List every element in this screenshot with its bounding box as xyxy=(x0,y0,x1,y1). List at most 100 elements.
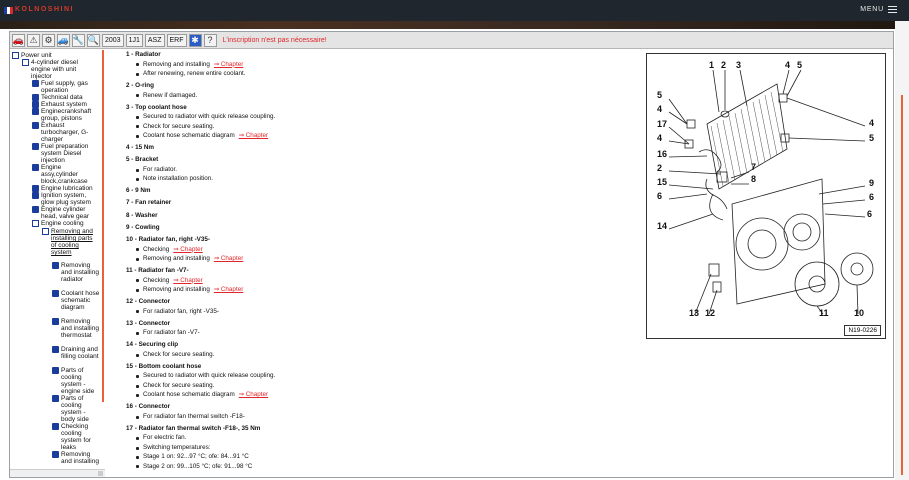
tree-item[interactable]: Ignition system, glow plug system xyxy=(32,192,98,206)
diagram-callout: 6 xyxy=(657,191,662,201)
section-title: 2 - O-ring xyxy=(126,82,154,89)
toolbar: 🚗 ⚠ ⚙ 🚙 🔧 🔍 2003 1J1 ASZ ERF ✱ ? L'inscr… xyxy=(10,32,893,49)
header-banner xyxy=(0,21,909,29)
tree-scroll-thumb[interactable] xyxy=(102,50,104,402)
tools-icon[interactable]: 🔧 xyxy=(72,33,85,47)
gearbox-code-button[interactable]: ERF xyxy=(166,33,187,47)
exploded-diagram: 1 2 3 4 5 5 4 17 4 16 2 15 6 14 6 7 8 9 6 4 5 13 12 11 10 N19-02… xyxy=(646,53,886,339)
chapter-link[interactable]: ⇒ Chapter xyxy=(173,246,202,254)
tree-item[interactable]: Engine lubrication xyxy=(32,185,98,192)
tree-item[interactable]: Parts of cooling system - body side xyxy=(52,395,100,423)
diagram-callout: 10 xyxy=(854,308,864,318)
tree-item[interactable]: Engine assy,cylinder block,crankcase xyxy=(32,164,98,185)
section-title: 13 - Connector xyxy=(126,319,171,327)
diagram-callout: 4 xyxy=(785,60,790,70)
bullet-icon xyxy=(136,177,139,181)
bullet-icon xyxy=(136,168,139,172)
book-icon xyxy=(52,367,59,374)
tree-item-label: Engine assy,cylinder block,crankcase xyxy=(41,164,88,185)
menu-label: MENU xyxy=(860,6,884,13)
section-title: 10 - Radiator fan, right -V35- xyxy=(126,236,210,243)
tree-item[interactable]: Technical data xyxy=(32,94,98,101)
tree-item[interactable]: Coolant hose schematic diagram xyxy=(52,290,100,311)
model-button[interactable]: 1J1 xyxy=(125,33,143,47)
chapter-link[interactable]: ⇒ Chapter xyxy=(239,132,268,140)
bullet-icon xyxy=(136,415,139,419)
tree-item[interactable]: Engine cylinder head, valve gear xyxy=(32,206,98,220)
tree-item-label: Removing and installing radiator xyxy=(61,262,99,283)
section-item: Check for secure seating. xyxy=(136,351,214,359)
french-flag-icon[interactable] xyxy=(4,7,13,14)
item-text: Note installation position. xyxy=(143,175,214,183)
tree-item[interactable]: Removing and installing radiator xyxy=(52,262,100,283)
book-icon xyxy=(32,108,39,115)
section-title: 5 - Bracket xyxy=(126,156,159,164)
section-title: 17 - Radiator fan thermal switch -F18-, … xyxy=(126,424,261,432)
book-icon xyxy=(32,94,39,101)
tree-item-label: Fuel preparation system Diesel injection xyxy=(41,143,89,164)
search-icon[interactable]: 🔍 xyxy=(87,33,100,47)
diagram-callout: 14 xyxy=(657,221,667,231)
chapter-link[interactable]: ⇒ Chapter xyxy=(173,277,202,285)
engine-code-button[interactable]: ASZ xyxy=(144,33,165,47)
engine-icon[interactable]: ⚙ xyxy=(42,33,55,47)
section-item: Stage 1 on: 92...97 °C; ofe: 84...91 °C xyxy=(136,454,249,461)
chapter-link[interactable]: ⇒ Chapter xyxy=(239,392,268,399)
menu-button[interactable]: MENU xyxy=(860,6,897,13)
section-title: 16 - Connector xyxy=(126,403,171,411)
gear-icon[interactable]: ✱ xyxy=(188,33,202,47)
bullet-icon xyxy=(136,310,139,314)
tree-horizontal-scrollbar[interactable] xyxy=(10,469,105,477)
tree-item[interactable]: Removing and installing xyxy=(52,451,100,465)
tree-item-label: Engine lubrication xyxy=(41,185,93,192)
item-text: Stage 1 on: 92...97 °C; ofe: 84...91 °C xyxy=(143,453,249,461)
site-logo[interactable]: KOLNOSHINI xyxy=(15,6,74,13)
book-icon xyxy=(32,206,39,213)
car-icon[interactable]: 🚗 xyxy=(12,33,25,47)
chapter-link[interactable]: ⇒ Chapter xyxy=(214,255,243,263)
tree-item[interactable]: Fuel supply, gas operation xyxy=(32,80,98,94)
chapter-link[interactable]: ⇒ Chapter xyxy=(214,286,243,294)
tree-item[interactable]: Parts of cooling system - engine side xyxy=(52,367,100,395)
section-item: Removing and installing ⇒ Chapter xyxy=(136,255,243,263)
warning-icon[interactable]: ⚠ xyxy=(27,33,40,47)
year-button[interactable]: 2003 xyxy=(102,33,124,47)
item-text: Stage 2 on: 99...105 °C; ofe: 91...98 °C xyxy=(143,462,253,470)
help-icon[interactable]: ? xyxy=(203,33,217,47)
bullet-icon xyxy=(136,437,139,441)
tree-item[interactable]: Draining and filling coolant xyxy=(52,346,100,360)
tree-item[interactable]: Exhaust system xyxy=(32,101,98,108)
diagram-callout: 2 xyxy=(657,163,662,173)
book-icon xyxy=(52,395,59,402)
tree-item[interactable]: Enginecrankshaft group, pistons xyxy=(32,108,98,122)
bullet-icon xyxy=(136,446,139,450)
item-text: Checking xyxy=(143,276,170,284)
tree-item-label: Removing and installing thermostat xyxy=(61,318,99,339)
section-item: Switching temperatures: xyxy=(136,444,211,452)
tree-item[interactable]: Exhaust turbocharger, G-charger xyxy=(32,122,98,143)
tree-item[interactable]: Removing and installing parts of cooling… xyxy=(42,228,98,256)
section-item: Renew if damaged. xyxy=(136,91,198,100)
tree-hscroll-thumb[interactable] xyxy=(98,471,103,476)
diagram-callout: 7 xyxy=(751,162,756,172)
bullet-icon xyxy=(136,455,139,459)
tree-item[interactable]: Removing and installing thermostat xyxy=(52,318,100,339)
car-side-icon[interactable]: 🚙 xyxy=(57,33,70,47)
tree-item[interactable]: Power unit xyxy=(12,52,100,59)
book-icon xyxy=(32,192,39,199)
tree-item[interactable]: Checking cooling system for leaks xyxy=(52,423,100,451)
tree-item[interactable]: Engine cooling xyxy=(32,220,98,227)
section-item: Removing and installing ⇒ Chapter xyxy=(136,286,243,294)
diagram-callout: 16 xyxy=(657,149,667,159)
diagram-callout: 4 xyxy=(657,133,662,143)
chapter-link[interactable]: ⇒ Chapter xyxy=(214,61,243,69)
diagram-callout: 12 xyxy=(705,308,715,318)
tree-item[interactable]: 4-cylinder diesel engine with unit injec… xyxy=(22,59,98,80)
tree-item-label: Ignition system, glow plug system xyxy=(41,192,91,206)
tree-item[interactable]: Fuel preparation system Diesel injection xyxy=(32,143,98,164)
item-text: Renew if damaged. xyxy=(143,91,198,99)
section-item: For radiator fan thermal switch -F18- xyxy=(136,413,245,421)
item-text: Coolant hose schematic diagram xyxy=(143,391,235,399)
page-scroll-thumb[interactable] xyxy=(901,95,903,475)
bullet-icon xyxy=(136,331,139,335)
